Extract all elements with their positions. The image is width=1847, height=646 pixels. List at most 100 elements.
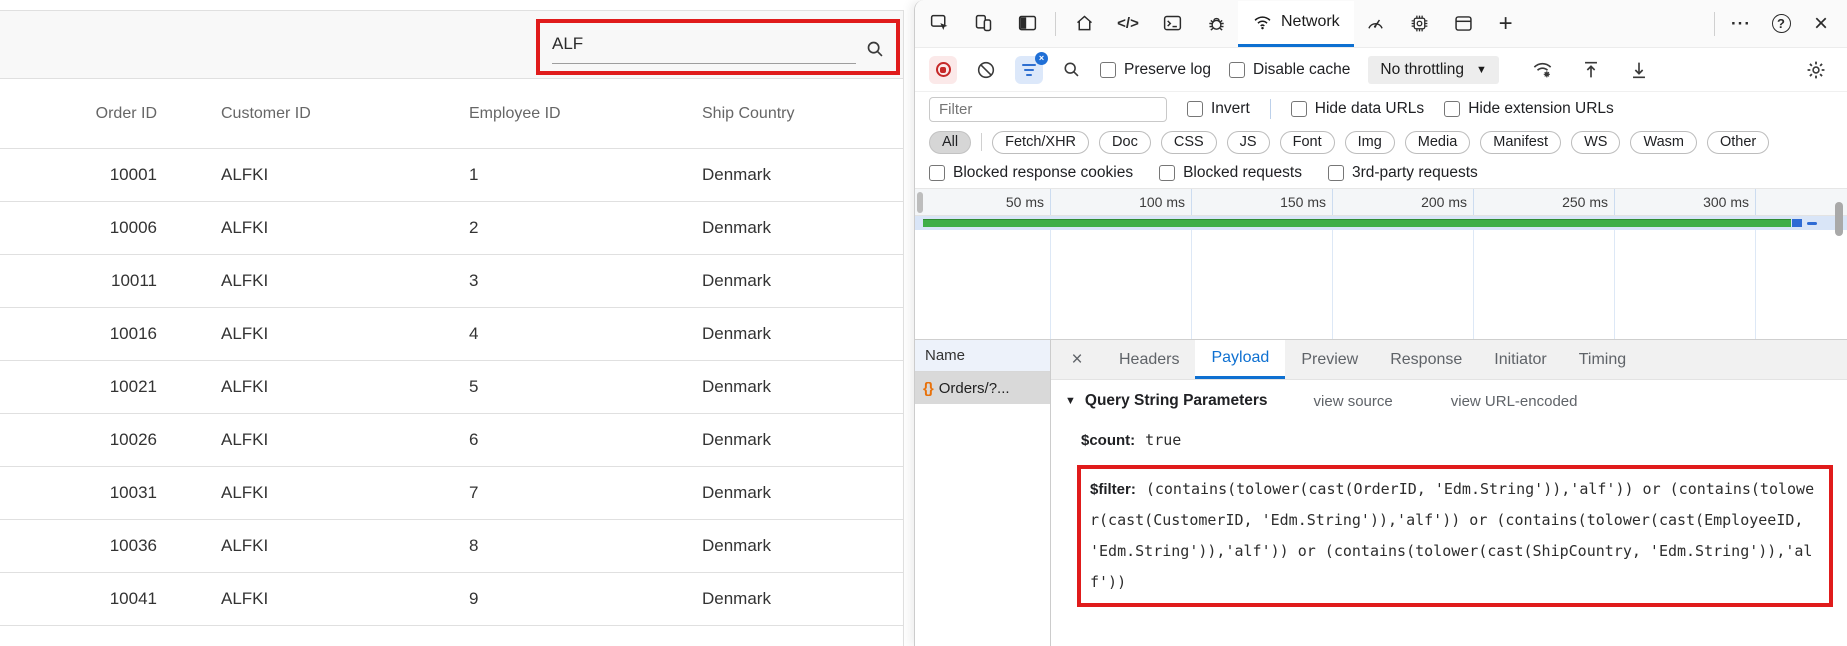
chip-media[interactable]: Media [1405, 131, 1471, 154]
table-row[interactable]: 10041ALFKI9Denmark [0, 573, 903, 626]
network-settings-gear-icon[interactable] [1805, 59, 1827, 81]
export-har-icon[interactable] [1628, 59, 1650, 81]
import-har-icon[interactable] [1580, 59, 1602, 81]
cell-customer-id: ALFKI [157, 536, 405, 556]
cell-ship-country: Denmark [638, 430, 903, 450]
more-options-icon[interactable]: ··· [1721, 1, 1761, 47]
sources-tab-icon[interactable]: </> [1106, 1, 1150, 47]
preserve-log-checkbox[interactable]: Preserve log [1100, 61, 1211, 79]
network-overview[interactable]: 50 ms100 ms150 ms200 ms250 ms300 ms [915, 188, 1847, 340]
devtools-tabbar: </> Network [915, 0, 1847, 48]
debugger-tab-icon[interactable] [1194, 1, 1238, 47]
network-filter-input[interactable] [929, 97, 1167, 122]
more-tabs-icon[interactable]: + [1486, 1, 1526, 47]
chip-ws[interactable]: WS [1571, 131, 1620, 154]
hide-data-urls-checkbox[interactable]: Hide data URLs [1291, 100, 1424, 118]
disable-cache-checkbox[interactable]: Disable cache [1229, 61, 1350, 79]
detail-tab-response[interactable]: Response [1374, 340, 1478, 379]
detail-tab-payload[interactable]: Payload [1195, 340, 1285, 379]
grid-header-row: Order IDCustomer IDEmployee IDShip Count… [0, 79, 903, 149]
table-row[interactable]: 10021ALFKI5Denmark [0, 361, 903, 414]
console-tab-icon[interactable] [1150, 1, 1194, 47]
layout-tab-icon[interactable] [1442, 1, 1486, 47]
overview-scrollbar-thumb[interactable] [1835, 202, 1843, 236]
tabbar-separator [1055, 12, 1056, 36]
clear-network-log-icon[interactable] [975, 59, 997, 81]
search-network-icon[interactable] [1061, 59, 1082, 80]
throttling-dropdown[interactable]: No throttling ▼ [1368, 56, 1498, 84]
close-devtools-icon[interactable]: × [1801, 1, 1841, 47]
table-row[interactable]: 10036ALFKI8Denmark [0, 520, 903, 573]
close-detail-icon[interactable]: × [1051, 340, 1103, 379]
detail-tab-initiator[interactable]: Initiator [1478, 340, 1562, 379]
chevron-down-icon: ▼ [1476, 64, 1487, 76]
device-emulation-icon[interactable] [961, 1, 1005, 47]
filter-toggle-icon[interactable]: × [1015, 56, 1043, 84]
param-filter: $filter:(contains(tolower(cast(OrderID, … [1090, 474, 1820, 598]
requests-name-column: Name {}Orders/?... [915, 340, 1051, 646]
column-header-customer-id[interactable]: Customer ID [157, 105, 405, 123]
detail-tab-timing[interactable]: Timing [1563, 340, 1642, 379]
chip-wasm[interactable]: Wasm [1630, 131, 1697, 154]
grid-search-input[interactable] [552, 30, 856, 63]
cell-order-id: 10041 [0, 589, 157, 609]
inspect-element-icon[interactable] [917, 1, 961, 47]
invert-checkbox[interactable]: Invert [1187, 100, 1250, 118]
dock-side-icon[interactable] [1005, 1, 1049, 47]
param-value: (contains(tolower(cast(OrderID, 'Edm.Str… [1090, 480, 1814, 591]
blocked-requests-checkbox[interactable]: Blocked requests [1159, 164, 1302, 182]
request-detail-pane: × HeadersPayloadPreviewResponseInitiator… [1051, 340, 1847, 646]
detail-tabs: × HeadersPayloadPreviewResponseInitiator… [1051, 340, 1847, 380]
table-row[interactable]: 10006ALFKI2Denmark [0, 202, 903, 255]
chip-css[interactable]: CSS [1161, 131, 1217, 154]
filter-annotation-box: $filter:(contains(tolower(cast(OrderID, … [1077, 465, 1833, 607]
blocked-response-cookies-checkbox[interactable]: Blocked response cookies [929, 164, 1133, 182]
cell-ship-country: Denmark [638, 324, 903, 344]
table-row[interactable]: 10026ALFKI6Denmark [0, 414, 903, 467]
chip-js[interactable]: JS [1227, 131, 1270, 154]
performance-tab-icon[interactable] [1354, 1, 1398, 47]
search-icon[interactable] [864, 38, 886, 64]
column-header-employee-id[interactable]: Employee ID [405, 105, 638, 123]
table-row[interactable]: 10031ALFKI7Denmark [0, 467, 903, 520]
table-row[interactable]: 10011ALFKI3Denmark [0, 255, 903, 308]
network-conditions-icon[interactable] [1531, 58, 1554, 81]
record-stop-icon[interactable] [929, 56, 957, 84]
chip-img[interactable]: Img [1345, 131, 1395, 154]
column-header-ship-country[interactable]: Ship Country [638, 105, 903, 123]
view-url-encoded-link[interactable]: view URL-encoded [1451, 393, 1578, 410]
network-wifi-icon [1252, 12, 1273, 33]
cell-ship-country: Denmark [638, 483, 903, 503]
tab-network[interactable]: Network [1238, 1, 1354, 47]
request-row-orders[interactable]: {}Orders/?... [915, 372, 1050, 404]
checkbox [1444, 101, 1460, 117]
chip-doc[interactable]: Doc [1099, 131, 1151, 154]
checkbox [1328, 165, 1344, 181]
grid-search [552, 30, 886, 64]
hide-extension-urls-checkbox[interactable]: Hide extension URLs [1444, 100, 1614, 118]
detail-tab-preview[interactable]: Preview [1285, 340, 1374, 379]
chip-font[interactable]: Font [1280, 131, 1335, 154]
chip-all[interactable]: All [929, 131, 971, 154]
overview-drag-handle[interactable] [917, 192, 923, 213]
grid-body: 10001ALFKI1Denmark10006ALFKI2Denmark1001… [0, 149, 903, 626]
table-row[interactable]: 10016ALFKI4Denmark [0, 308, 903, 361]
column-header-order-id[interactable]: Order ID [0, 105, 157, 123]
query-string-parameters-header: ▼ Query String Parameters view source vi… [1065, 392, 1839, 410]
cell-order-id: 10006 [0, 218, 157, 238]
3rd-party-requests-checkbox[interactable]: 3rd-party requests [1328, 164, 1478, 182]
cell-customer-id: ALFKI [157, 483, 405, 503]
chip-other[interactable]: Other [1707, 131, 1769, 154]
chip-fetch-xhr[interactable]: Fetch/XHR [992, 131, 1089, 154]
table-row[interactable]: 10001ALFKI1Denmark [0, 149, 903, 202]
tabbar-separator-right [1714, 12, 1715, 36]
home-tab-icon[interactable] [1062, 1, 1106, 47]
section-expand-caret-icon[interactable]: ▼ [1065, 395, 1076, 407]
help-icon[interactable]: ? [1761, 1, 1801, 47]
memory-tab-icon[interactable] [1398, 1, 1442, 47]
checkbox [1159, 165, 1175, 181]
view-source-link[interactable]: view source [1314, 393, 1393, 410]
name-column-header[interactable]: Name [915, 340, 1050, 372]
detail-tab-headers[interactable]: Headers [1103, 340, 1195, 379]
chip-manifest[interactable]: Manifest [1480, 131, 1561, 154]
